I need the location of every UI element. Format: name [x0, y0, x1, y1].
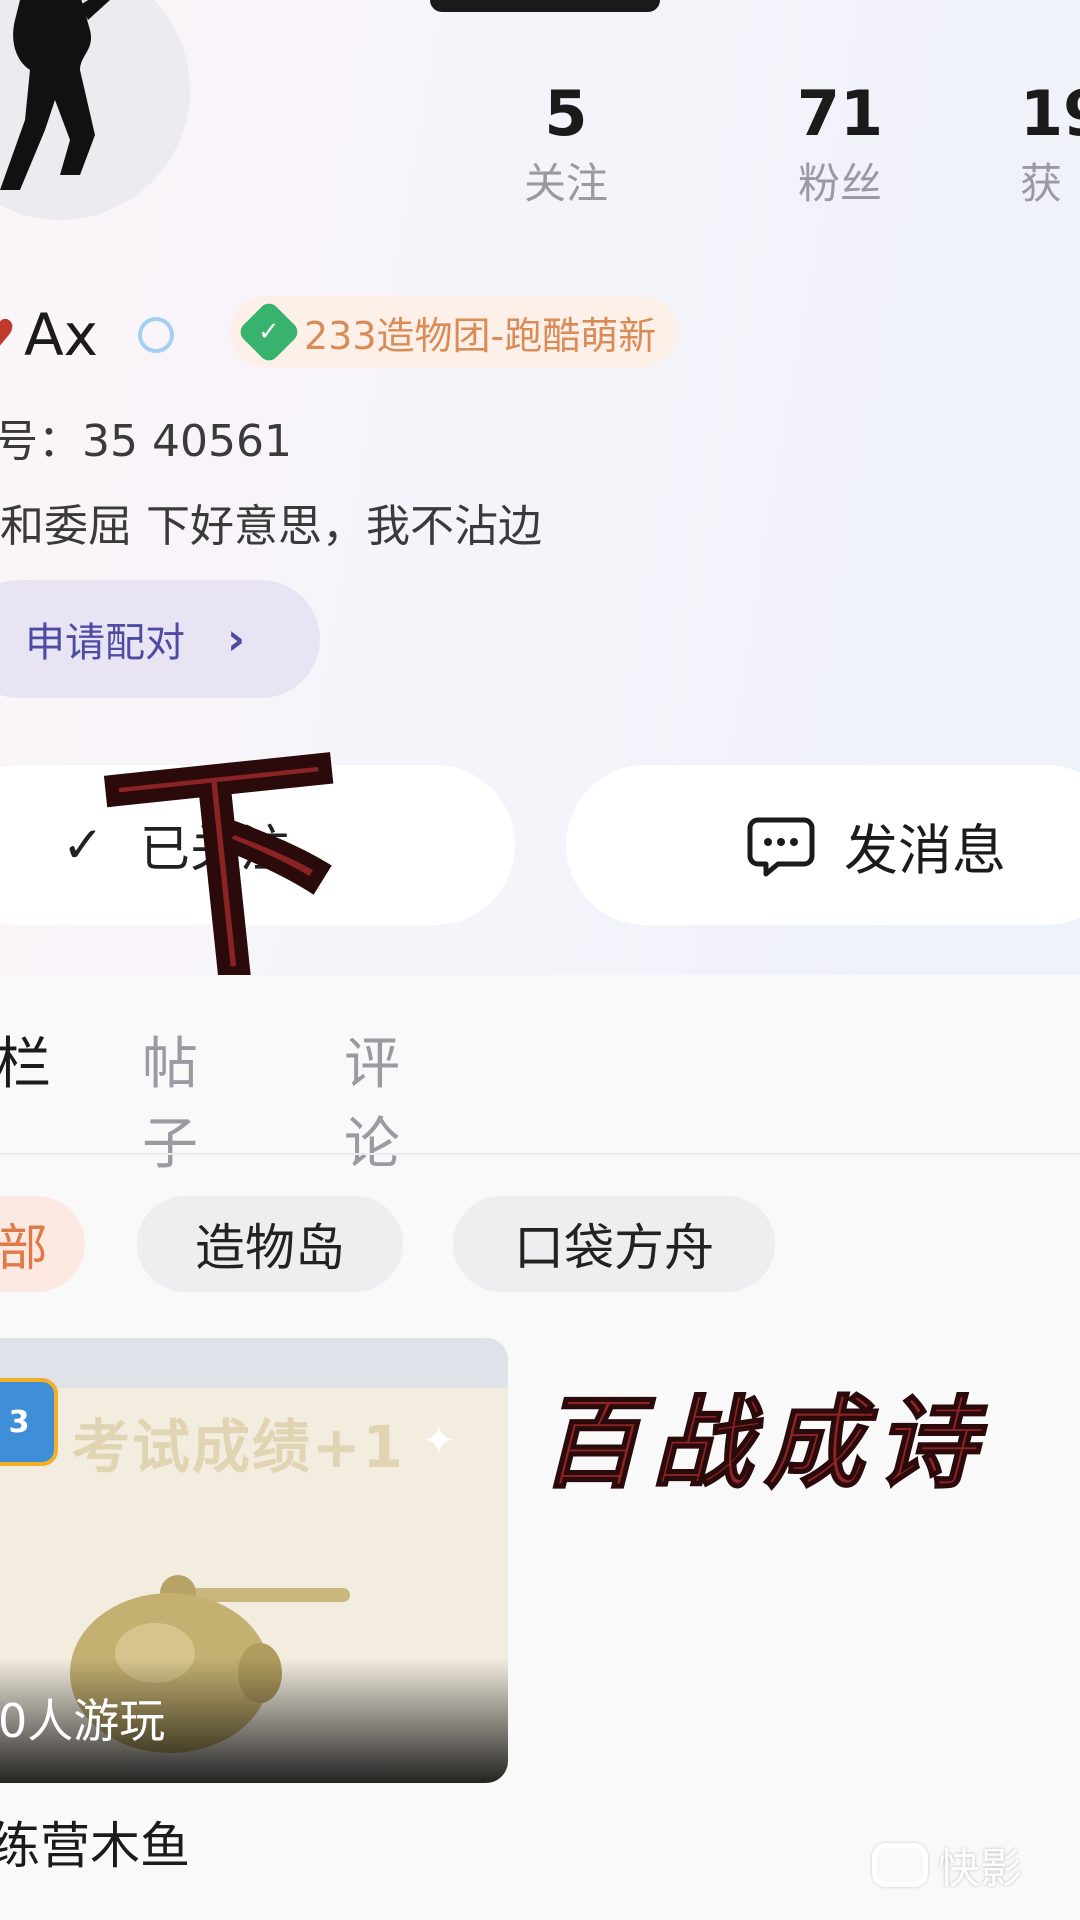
banner-edge — [430, 0, 660, 12]
following-count: 5 — [544, 77, 588, 150]
heart-icon: ♥ — [0, 315, 16, 355]
check-icon: ✓ — [62, 816, 104, 874]
followers-count: 71 — [796, 77, 884, 150]
filter-chip-creation-island[interactable]: 造物岛 — [137, 1196, 403, 1292]
apply-pair-button[interactable]: 申请配对 › — [0, 580, 320, 698]
avatar-silhouette — [0, 0, 110, 190]
card-game-name[interactable]: 练营木鱼 — [0, 1806, 190, 1878]
stat-likes[interactable]: 19 获 — [1020, 78, 1080, 214]
avatar[interactable] — [0, 0, 190, 220]
game-logo-icon: 3 — [0, 1378, 58, 1466]
likes-label: 获 — [1020, 159, 1063, 208]
chevron-right-icon: › — [227, 613, 246, 665]
chat-bubble-icon — [747, 817, 815, 877]
sparkle-icon: ✦ — [422, 1418, 456, 1464]
watermark-label: 快影 — [938, 1843, 1023, 1893]
message-button[interactable]: 发消息 — [566, 765, 1080, 925]
name-row: ♥ Ax — [0, 300, 175, 370]
card-banner-title: 考试成绩+1 — [72, 1413, 405, 1481]
following-label: 关注 — [523, 159, 608, 208]
camera-icon — [872, 1843, 928, 1887]
user-id: 号：35 40561 — [0, 416, 292, 467]
card-top-band — [0, 1338, 508, 1388]
filter-chip-pocket-ark[interactable]: 口袋方舟 — [453, 1196, 775, 1292]
tab-column[interactable]: 栏 — [0, 1025, 51, 1105]
verify-icon — [138, 317, 175, 353]
overlay-calligraphy-text: 百战成诗 — [539, 1383, 988, 1503]
tab-posts[interactable]: 帖子 — [142, 1025, 198, 1185]
tab-divider — [0, 1153, 1080, 1155]
group-badge[interactable]: ✓ 233造物团-跑酷萌新 — [230, 296, 679, 368]
watermark: 快影 — [872, 1835, 1022, 1895]
game-badge-icon: ✓ — [236, 299, 302, 365]
followers-label: 粉丝 — [797, 159, 882, 208]
message-label: 发消息 — [844, 818, 1006, 882]
likes-count: 19 — [1020, 77, 1080, 150]
profile-page: 5 关注 71 粉丝 19 获 ♥ Ax ✓ 233造物团-跑酷萌新 号：35 … — [0, 0, 1080, 1920]
card-play-count: 0人游玩 — [0, 1694, 166, 1748]
username: Ax — [24, 301, 99, 369]
overlay-calligraphy-char: 下 — [91, 714, 365, 1026]
badge-label: 233造物团-跑酷萌新 — [304, 313, 657, 358]
apply-pair-label: 申请配对 — [25, 620, 185, 666]
tab-comments[interactable]: 评论 — [344, 1025, 400, 1185]
stat-followers[interactable]: 71 粉丝 — [740, 78, 940, 214]
stat-following[interactable]: 5 关注 — [466, 78, 666, 214]
user-bio: 和委屈 下好意思，我不沾边 — [0, 501, 542, 552]
